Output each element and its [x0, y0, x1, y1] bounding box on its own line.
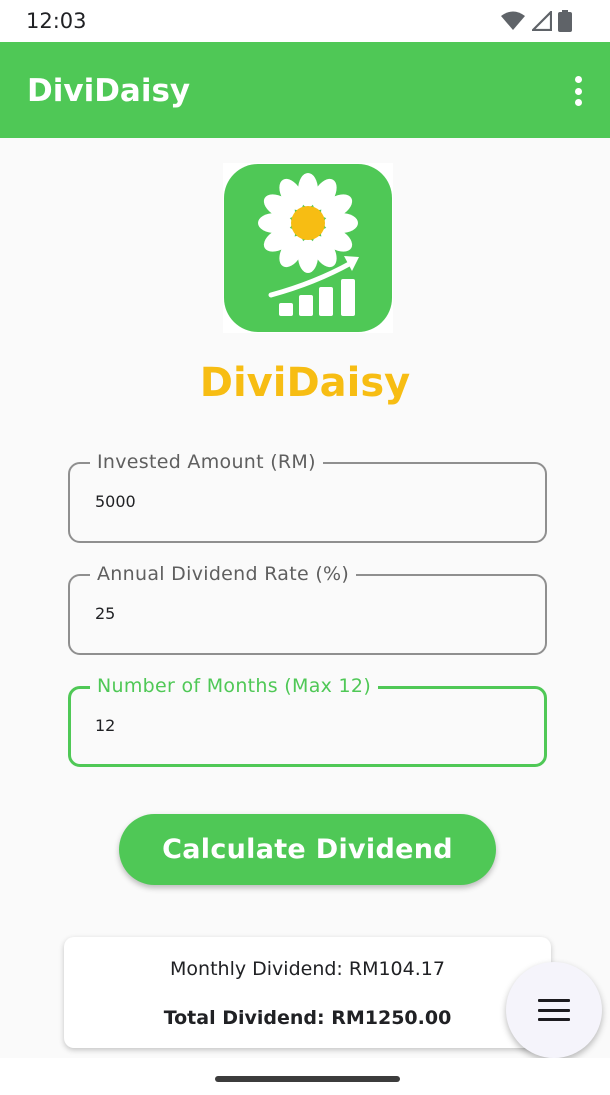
battery-icon	[558, 10, 572, 32]
more-vert-icon[interactable]	[568, 76, 588, 106]
calculate-dividend-button[interactable]: Calculate Dividend	[119, 814, 496, 885]
app-title: DiviDaisy	[27, 73, 191, 109]
dividend-rate-label: Annual Dividend Rate (%)	[90, 561, 357, 587]
menu-fab-button[interactable]	[506, 962, 602, 1058]
status-icons	[500, 10, 572, 32]
result-card: Monthly Dividend: RM104.17 Total Dividen…	[64, 937, 551, 1048]
invested-amount-input[interactable]	[95, 492, 515, 511]
total-dividend-text: Total Dividend: RM1250.00	[163, 1007, 452, 1029]
invested-amount-label: Invested Amount (RM)	[90, 449, 323, 475]
menu-icon	[538, 999, 570, 1021]
dividend-rate-input[interactable]	[95, 604, 515, 623]
months-input[interactable]	[95, 716, 515, 735]
menu-dot	[574, 87, 582, 95]
months-field[interactable]: Number of Months (Max 12)	[68, 673, 547, 767]
app-logo	[223, 163, 393, 333]
dividend-rate-field[interactable]: Annual Dividend Rate (%)	[68, 561, 547, 655]
menu-dot	[574, 99, 582, 106]
logo-heading: DiviDaisy	[199, 360, 411, 406]
daisy-chart-logo-icon	[224, 164, 392, 332]
status-time: 12:03	[26, 9, 87, 33]
invested-amount-field[interactable]: Invested Amount (RM)	[68, 449, 547, 543]
signal-icon	[532, 11, 552, 31]
status-bar: 12:03	[0, 0, 610, 42]
months-label: Number of Months (Max 12)	[90, 673, 379, 699]
menu-dot	[574, 76, 582, 83]
wifi-icon	[501, 11, 525, 30]
monthly-dividend-text: Monthly Dividend: RM104.17	[170, 958, 445, 980]
app-bar: DiviDaisy	[0, 42, 610, 138]
home-gesture-handle[interactable]	[215, 1076, 400, 1082]
navigation-bar	[0, 1058, 610, 1095]
